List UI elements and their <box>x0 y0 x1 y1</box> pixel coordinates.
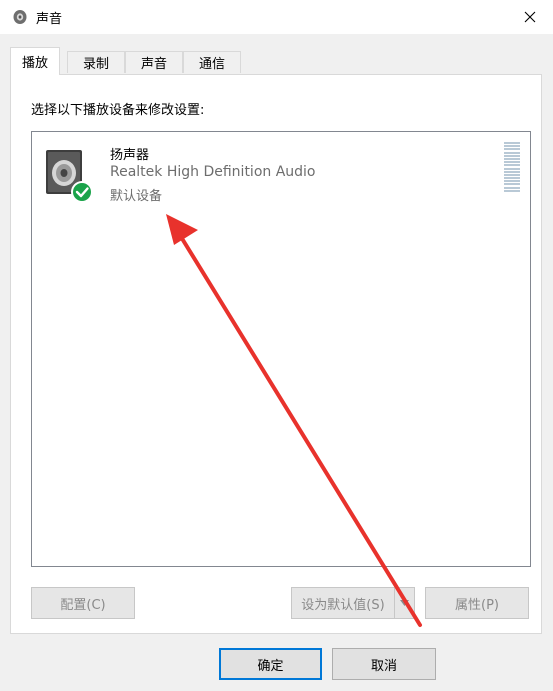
chevron-down-icon <box>400 600 409 606</box>
device-status: 默认设备 <box>110 189 163 204</box>
device-list[interactable]: 扬声器 Realtek High Definition Audio 默认设备 <box>31 131 531 567</box>
set-default-button[interactable]: 设为默认值(S) <box>291 587 395 619</box>
speaker-title-icon <box>13 10 27 24</box>
playback-panel: 选择以下播放设备来修改设置: 扬声器 Realtek High Definiti… <box>10 74 542 634</box>
title-bar: 声音 <box>0 0 553 34</box>
close-button[interactable] <box>507 0 553 34</box>
device-name: 扬声器 <box>110 148 150 163</box>
device-item-speakers[interactable]: 扬声器 Realtek High Definition Audio 默认设备 <box>40 140 520 210</box>
volume-level-meter <box>504 142 520 192</box>
ok-button[interactable]: 确定 <box>219 648 322 680</box>
configure-button[interactable]: 配置(C) <box>31 587 135 619</box>
set-default-dropdown[interactable] <box>394 587 415 619</box>
tab-communications[interactable]: 通信 <box>183 51 241 73</box>
instruction-text: 选择以下播放设备来修改设置: <box>31 103 205 118</box>
sound-dialog: 声音 播放 录制 声音 通信 选择以下播放设备来修改设置: 扬声器 Realte… <box>0 0 553 691</box>
properties-button[interactable]: 属性(P) <box>425 587 529 619</box>
tab-recording[interactable]: 录制 <box>67 51 125 73</box>
tab-sounds[interactable]: 声音 <box>125 51 183 73</box>
device-description: Realtek High Definition Audio <box>110 164 316 180</box>
green-check-icon <box>71 181 93 203</box>
cancel-button[interactable]: 取消 <box>332 648 436 680</box>
window-title: 声音 <box>36 12 63 27</box>
tab-playback[interactable]: 播放 <box>10 47 60 75</box>
speaker-device-icon <box>46 150 93 203</box>
close-icon <box>524 11 536 23</box>
